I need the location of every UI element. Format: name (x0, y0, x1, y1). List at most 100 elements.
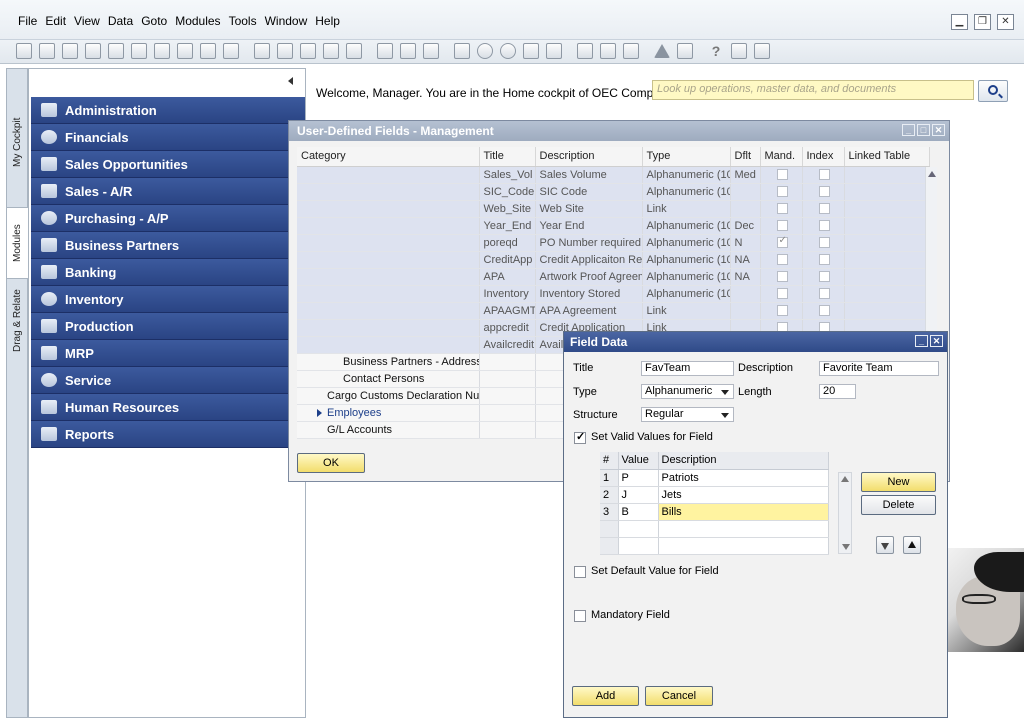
mandatory-checkbox[interactable] (776, 203, 788, 215)
message-icon[interactable] (754, 43, 770, 59)
form-settings-icon[interactable] (623, 43, 639, 59)
module-sales-opportunities[interactable]: Sales Opportunities (31, 151, 305, 178)
col-header-type[interactable]: Type (642, 147, 731, 167)
description-cell[interactable]: Jets (658, 486, 829, 504)
fax-icon[interactable] (108, 43, 124, 59)
scroll-down-icon[interactable] (842, 544, 850, 550)
field-type-cell[interactable]: Alphanumeric (10 (642, 268, 731, 286)
col-header-title[interactable]: Title (479, 147, 536, 167)
field-default-cell[interactable]: Med (730, 166, 761, 184)
description-cell[interactable] (658, 520, 829, 538)
title-field[interactable]: FavTeam (641, 361, 734, 376)
mandatory-checkbox[interactable] (776, 235, 788, 249)
collapse-arrow-icon[interactable] (288, 77, 293, 85)
field-title-cell[interactable]: Availcredit (479, 336, 536, 354)
value-cell[interactable]: P (618, 469, 659, 487)
module-production[interactable]: Production (31, 313, 305, 340)
field-description-cell[interactable]: Credit Applicaiton Rec (535, 251, 643, 269)
field-title-cell[interactable]: Inventory (479, 285, 536, 303)
value-cell[interactable]: B (618, 503, 659, 521)
index-checkbox[interactable] (818, 305, 830, 317)
journal-icon[interactable] (546, 43, 562, 59)
add-button[interactable]: Add (572, 686, 639, 706)
minimize-icon[interactable]: _ (902, 124, 915, 136)
field-type-cell[interactable]: Alphanumeric (10 (642, 234, 731, 252)
length-field[interactable]: 20 (819, 384, 856, 399)
payment-means-icon[interactable] (500, 43, 516, 59)
field-title-cell[interactable]: APAAGMT (479, 302, 536, 320)
index-checkbox[interactable] (818, 288, 830, 300)
field-default-cell[interactable] (730, 183, 761, 201)
field-description-cell[interactable]: PO Number required (535, 234, 643, 252)
table-row[interactable] (600, 537, 829, 555)
table-row[interactable]: Web_Site Web Site Link (297, 200, 930, 218)
index-checkbox[interactable] (818, 220, 830, 232)
scroll-up-icon[interactable] (841, 476, 849, 482)
minimize-icon[interactable]: ▁ (951, 14, 968, 30)
field-type-cell[interactable]: Alphanumeric (10 (642, 285, 731, 303)
value-cell[interactable] (618, 520, 659, 538)
excel-icon[interactable] (131, 43, 147, 59)
value-cell[interactable]: J (618, 486, 659, 504)
field-default-cell[interactable]: Dec (730, 217, 761, 235)
table-row[interactable]: CreditApp Credit Applicaiton Rec Alphanume… (297, 251, 930, 269)
menu-modules[interactable]: Modules (171, 14, 224, 28)
delete-button[interactable]: Delete (861, 495, 936, 515)
category-cell[interactable]: Employees (297, 404, 480, 422)
table-row[interactable]: Inventory Inventory Stored Alphanumeric (1… (297, 285, 930, 303)
next-record-icon[interactable] (323, 43, 339, 59)
word-icon[interactable] (154, 43, 170, 59)
module-administration[interactable]: Administration (31, 97, 305, 124)
find-icon[interactable] (254, 43, 270, 59)
scroll-up-icon[interactable] (927, 171, 936, 177)
field-default-cell[interactable] (730, 285, 761, 303)
table-row[interactable]: 3 B Bills (600, 503, 829, 521)
module-inventory[interactable]: Inventory (31, 286, 305, 313)
module-reports[interactable]: Reports (31, 421, 305, 448)
module-banking[interactable]: Banking (31, 259, 305, 286)
field-description-cell[interactable]: APA Agreement (535, 302, 643, 320)
field-type-cell[interactable]: Alphanumeric (10 (642, 251, 731, 269)
index-checkbox[interactable] (818, 237, 830, 249)
field-title-cell[interactable]: appcredit (479, 319, 536, 337)
table-row[interactable]: APA Artwork Proof Agreem Alphanumeric (10 N… (297, 268, 930, 286)
menu-goto[interactable]: Goto (137, 14, 171, 28)
category-cell[interactable]: G/L Accounts (297, 421, 480, 439)
table-row[interactable]: 1 P Patriots (600, 469, 829, 487)
mandatory-checkbox[interactable] (776, 305, 788, 317)
category-cell[interactable]: Cargo Customs Declaration Num (297, 387, 480, 405)
move-down-button[interactable] (876, 536, 894, 554)
print-icon[interactable] (39, 43, 55, 59)
last-record-icon[interactable] (346, 43, 362, 59)
structure-select[interactable]: Regular (641, 407, 734, 422)
settings-icon[interactable] (600, 43, 616, 59)
alert-icon[interactable] (654, 44, 670, 58)
valid-values-scrollbar[interactable] (838, 472, 852, 554)
calendar-icon[interactable] (677, 43, 693, 59)
search-input[interactable]: Look up operations, master data, and doc… (652, 80, 974, 100)
set-valid-values-checkbox[interactable] (574, 430, 586, 444)
module-mrp[interactable]: MRP (31, 340, 305, 367)
mandatory-checkbox[interactable] (776, 271, 788, 283)
field-title-cell[interactable]: poreqd (479, 234, 536, 252)
module-purchasing-a-p[interactable]: Purchasing - A/P (31, 205, 305, 232)
move-up-button[interactable] (903, 536, 921, 554)
new-button[interactable]: New (861, 472, 936, 492)
previous-record-icon[interactable] (300, 43, 316, 59)
target-document-icon[interactable] (454, 43, 470, 59)
description-cell[interactable] (658, 537, 829, 555)
email-icon[interactable] (62, 43, 78, 59)
sort-icon[interactable] (400, 43, 416, 59)
table-row[interactable]: 2 J Jets (600, 486, 829, 504)
module-sales-a-r[interactable]: Sales - A/R (31, 178, 305, 205)
launch-icon[interactable] (200, 43, 216, 59)
tab-drag-relate[interactable]: Drag & Relate (7, 281, 28, 361)
field-title-cell[interactable]: Sales_Vol (479, 166, 536, 184)
category-cell[interactable]: Contact Persons (297, 370, 480, 388)
mandatory-checkbox[interactable] (776, 169, 788, 181)
menu-help[interactable]: Help (311, 14, 344, 28)
field-type-cell[interactable]: Alphanumeric (10 (642, 166, 731, 184)
field-type-cell[interactable]: Alphanumeric (10 (642, 183, 731, 201)
field-title-cell[interactable]: CreditApp (479, 251, 536, 269)
restore-icon[interactable]: ❐ (974, 14, 991, 30)
